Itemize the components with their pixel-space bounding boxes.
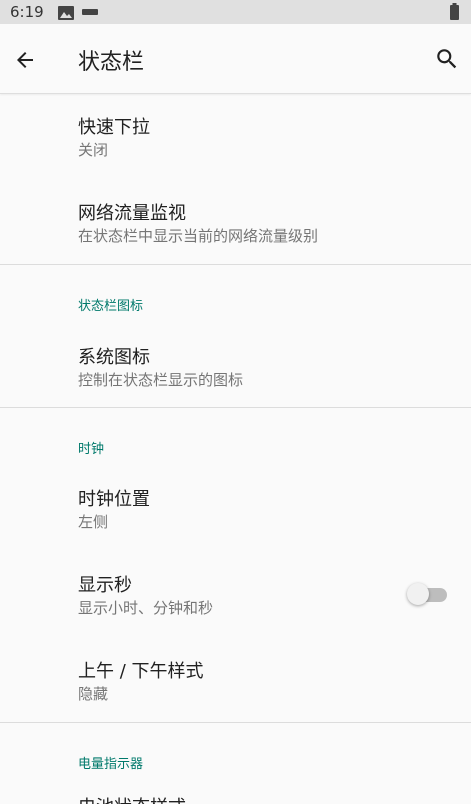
- pref-ampm-style[interactable]: 上午 / 下午样式 隐藏: [0, 644, 471, 722]
- pref-summary: 显示小时、分钟和秒: [78, 599, 214, 617]
- divider: [0, 407, 471, 408]
- pref-summary: 隐藏: [78, 685, 109, 703]
- pref-show-seconds[interactable]: 显示秒 显示小时、分钟和秒: [0, 558, 471, 636]
- show-seconds-toggle[interactable]: [407, 582, 447, 606]
- pref-summary: 在状态栏中显示当前的网络流量级别: [78, 227, 319, 245]
- pref-title: 上午 / 下午样式: [78, 661, 204, 682]
- pref-title: 系统图标: [78, 347, 150, 368]
- pref-summary: 左侧: [78, 513, 109, 531]
- divider: [0, 264, 471, 265]
- image-icon: [57, 5, 74, 20]
- pref-battery-style-title[interactable]: 电池状态样式: [78, 793, 186, 804]
- pref-quick-pulldown[interactable]: 快速下拉 关闭: [0, 100, 471, 178]
- dash-icon: [81, 9, 98, 15]
- pref-clock-position[interactable]: 时钟位置 左侧: [0, 472, 471, 550]
- category-statusbar-icons: 状态栏图标: [78, 299, 144, 314]
- pref-title: 快速下拉: [78, 117, 150, 138]
- status-time: 6:19: [10, 3, 44, 21]
- search-button[interactable]: [431, 43, 463, 75]
- pref-title: 显示秒: [78, 575, 132, 596]
- battery-icon: [450, 3, 459, 20]
- pref-system-icons[interactable]: 系统图标 控制在状态栏显示的图标: [0, 330, 471, 408]
- category-battery: 电量指示器: [78, 757, 144, 772]
- pref-title: 网络流量监视: [78, 203, 186, 224]
- pref-network-traffic[interactable]: 网络流量监视 在状态栏中显示当前的网络流量级别: [0, 186, 471, 264]
- page-title: 状态栏: [78, 50, 145, 75]
- toggle-thumb: [407, 583, 429, 605]
- back-button[interactable]: [10, 45, 40, 75]
- divider: [0, 722, 471, 723]
- category-clock: 时钟: [78, 442, 105, 457]
- search-icon: [437, 49, 457, 69]
- pref-summary: 关闭: [78, 141, 109, 159]
- back-arrow-icon: [17, 52, 33, 68]
- status-bar: 6:19: [0, 0, 471, 24]
- pref-summary: 控制在状态栏显示的图标: [78, 371, 244, 389]
- app-bar: 状态栏: [0, 24, 471, 94]
- pref-title: 时钟位置: [78, 489, 150, 510]
